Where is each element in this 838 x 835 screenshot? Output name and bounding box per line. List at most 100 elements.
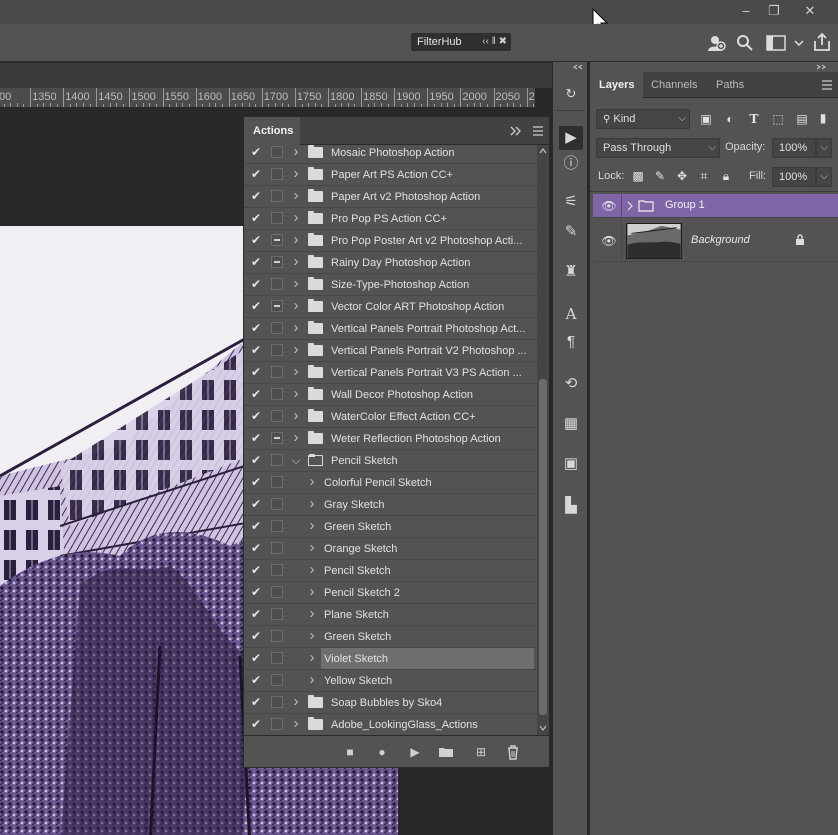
toggle-checkmark-icon[interactable]: ✔ bbox=[251, 409, 265, 423]
toggle-checkmark-icon[interactable]: ✔ bbox=[251, 519, 265, 533]
action-set-row[interactable]: ✔ › Vertical Panels Portrait V3 PS Action … bbox=[244, 362, 537, 384]
chevron-right-icon[interactable]: › bbox=[290, 694, 302, 709]
folder-icon[interactable] bbox=[438, 744, 454, 760]
filterhub-controls[interactable]: ‹‹ ‖ ✖ bbox=[482, 33, 507, 51]
scroll-thumb[interactable] bbox=[539, 379, 547, 715]
lock-transparency-icon[interactable]: ▩ bbox=[630, 168, 646, 184]
toggle-checkmark-icon[interactable]: ✔ bbox=[251, 585, 265, 599]
scroll-down-icon[interactable] bbox=[539, 725, 547, 731]
toggle-checkmark-icon[interactable]: ✔ bbox=[251, 673, 265, 687]
eye-icon[interactable]: 👁︎ bbox=[601, 200, 617, 212]
action-set-row[interactable]: ✔ › Size-Type-Photoshop Action bbox=[244, 274, 537, 296]
dialog-toggle-icon[interactable] bbox=[271, 476, 283, 488]
toggle-checkmark-icon[interactable]: ✔ bbox=[251, 717, 265, 731]
chevron-right-icon[interactable]: › bbox=[290, 430, 302, 445]
chevron-right-icon[interactable]: › bbox=[290, 166, 302, 181]
paragraph-icon[interactable]: ¶ bbox=[559, 330, 583, 354]
action-row[interactable]: ✔ › Pencil Sketch 2 bbox=[244, 582, 537, 604]
chevron-right-icon[interactable]: › bbox=[290, 232, 302, 247]
action-set-row[interactable]: ✔ › WaterColor Effect Action CC+ bbox=[244, 406, 537, 428]
toggle-checkmark-icon[interactable]: ✔ bbox=[251, 321, 265, 335]
toggle-checkmark-icon[interactable]: ✔ bbox=[251, 453, 265, 467]
dialog-toggle-icon[interactable] bbox=[271, 278, 283, 290]
dialog-toggle-icon[interactable] bbox=[271, 234, 283, 246]
tab-layers[interactable]: Layers bbox=[590, 72, 644, 98]
chevron-right-icon[interactable]: › bbox=[290, 188, 302, 203]
opacity-dropdown[interactable]: ⌵ bbox=[816, 138, 832, 158]
action-set-row[interactable]: ✔ › Wall Decor Photoshop Action bbox=[244, 384, 537, 406]
action-set-row[interactable]: ✔ › Mosaic Photoshop Action bbox=[244, 145, 537, 164]
filter-toggle-icon[interactable]: ▮ bbox=[818, 110, 828, 126]
action-set-row[interactable]: ✔ › Rainy Day Photoshop Action bbox=[244, 252, 537, 274]
chevron-right-icon[interactable]: › bbox=[306, 496, 318, 511]
action-row[interactable]: ✔ › Green Sketch bbox=[244, 626, 537, 648]
toggle-checkmark-icon[interactable]: ✔ bbox=[251, 277, 265, 291]
chevron-right-icon[interactable]: › bbox=[306, 672, 318, 687]
dialog-toggle-icon[interactable] bbox=[271, 454, 283, 466]
dialog-toggle-icon[interactable] bbox=[271, 212, 283, 224]
dialog-toggle-icon[interactable] bbox=[271, 432, 283, 444]
action-set-row[interactable]: ✔ › Soap Bubbles by Sko4 bbox=[244, 692, 537, 714]
action-set-row[interactable]: ✔ › Paper Art v2 Photoshop Action bbox=[244, 186, 537, 208]
dialog-toggle-icon[interactable] bbox=[271, 190, 283, 202]
chevron-right-icon[interactable] bbox=[627, 201, 633, 211]
toggle-checkmark-icon[interactable]: ✔ bbox=[251, 365, 265, 379]
toggle-checkmark-icon[interactable]: ✔ bbox=[251, 695, 265, 709]
action-set-row[interactable]: ✔ › Vertical Panels Portrait Photoshop Act… bbox=[244, 318, 537, 340]
dialog-toggle-icon[interactable] bbox=[271, 322, 283, 334]
chevron-right-icon[interactable]: › bbox=[306, 518, 318, 533]
toggle-checkmark-icon[interactable]: ✔ bbox=[251, 651, 265, 665]
filter-shape-icon[interactable]: ⬚ bbox=[770, 111, 786, 127]
lock-position-icon[interactable]: ✥ bbox=[674, 168, 690, 184]
collapse-right-icon[interactable] bbox=[816, 64, 826, 70]
chevron-right-icon[interactable]: › bbox=[306, 584, 318, 599]
dialog-toggle-icon[interactable] bbox=[271, 564, 283, 576]
dialog-toggle-icon[interactable] bbox=[271, 366, 283, 378]
play-button[interactable]: ▶ bbox=[407, 744, 423, 760]
action-set-row[interactable]: ✔ ⌵ Pencil Sketch bbox=[244, 450, 537, 472]
chevron-down-icon[interactable] bbox=[794, 39, 804, 47]
workspace-icon[interactable] bbox=[766, 35, 786, 51]
dialog-toggle-icon[interactable] bbox=[271, 674, 283, 686]
history-icon[interactable]: ⟲ bbox=[559, 372, 583, 396]
clone-source-icon[interactable]: ♜ bbox=[559, 260, 583, 284]
action-row[interactable]: ✔ › Colorful Pencil Sketch bbox=[244, 472, 537, 494]
toggle-checkmark-icon[interactable]: ✔ bbox=[251, 541, 265, 555]
chevron-right-icon[interactable]: › bbox=[290, 254, 302, 269]
dialog-toggle-icon[interactable] bbox=[271, 542, 283, 554]
action-set-row[interactable]: ✔ › Pro Pop PS Action CC+ bbox=[244, 208, 537, 230]
chevron-right-icon[interactable]: › bbox=[290, 145, 302, 159]
action-row[interactable]: ✔ › Plane Sketch bbox=[244, 604, 537, 626]
chevron-right-icon[interactable]: › bbox=[290, 298, 302, 313]
chevron-right-icon[interactable]: › bbox=[290, 364, 302, 379]
chevron-right-icon[interactable]: › bbox=[290, 342, 302, 357]
lock-artboard-icon[interactable]: ⌗ bbox=[696, 168, 712, 184]
scroll-up-icon[interactable] bbox=[539, 148, 547, 154]
tab-channels[interactable]: Channels bbox=[642, 72, 706, 98]
chevron-right-icon[interactable]: › bbox=[306, 540, 318, 555]
minimize-button[interactable]: – bbox=[733, 2, 759, 20]
actions-scrollbar[interactable] bbox=[537, 145, 549, 735]
restore-button[interactable]: ❐ bbox=[761, 2, 787, 20]
toggle-checkmark-icon[interactable]: ✔ bbox=[251, 563, 265, 577]
actions-list[interactable]: ✔ › Mosaic Photoshop Action ✔ › Paper Art PS … bbox=[244, 145, 537, 735]
opacity-field[interactable]: 100% bbox=[772, 138, 816, 158]
toggle-checkmark-icon[interactable]: ✔ bbox=[251, 475, 265, 489]
dialog-toggle-icon[interactable] bbox=[271, 300, 283, 312]
filter-smart-object-icon[interactable]: ▤ bbox=[794, 111, 810, 127]
dialog-toggle-icon[interactable] bbox=[271, 608, 283, 620]
chevron-right-icon[interactable]: › bbox=[306, 562, 318, 577]
grid-icon[interactable]: ▦ bbox=[559, 412, 583, 436]
user-add-icon[interactable] bbox=[706, 33, 726, 53]
history-brush-icon[interactable]: ↻ bbox=[559, 82, 583, 106]
eye-icon[interactable]: 👁︎ bbox=[601, 235, 617, 247]
action-row[interactable]: ✔ › Violet Sketch bbox=[244, 648, 537, 670]
collapse-panel-icon[interactable] bbox=[510, 126, 522, 136]
dialog-toggle-icon[interactable] bbox=[271, 586, 283, 598]
chevron-right-icon[interactable]: › bbox=[290, 386, 302, 401]
action-set-row[interactable]: ✔ › Pro Pop Poster Art v2 Photoshop Acti..… bbox=[244, 230, 537, 252]
toggle-checkmark-icon[interactable]: ✔ bbox=[251, 299, 265, 313]
dialog-toggle-icon[interactable] bbox=[271, 630, 283, 642]
plugin-icon[interactable]: ▙ bbox=[559, 494, 583, 518]
actions-panel-icon[interactable]: ▶ bbox=[559, 126, 583, 150]
